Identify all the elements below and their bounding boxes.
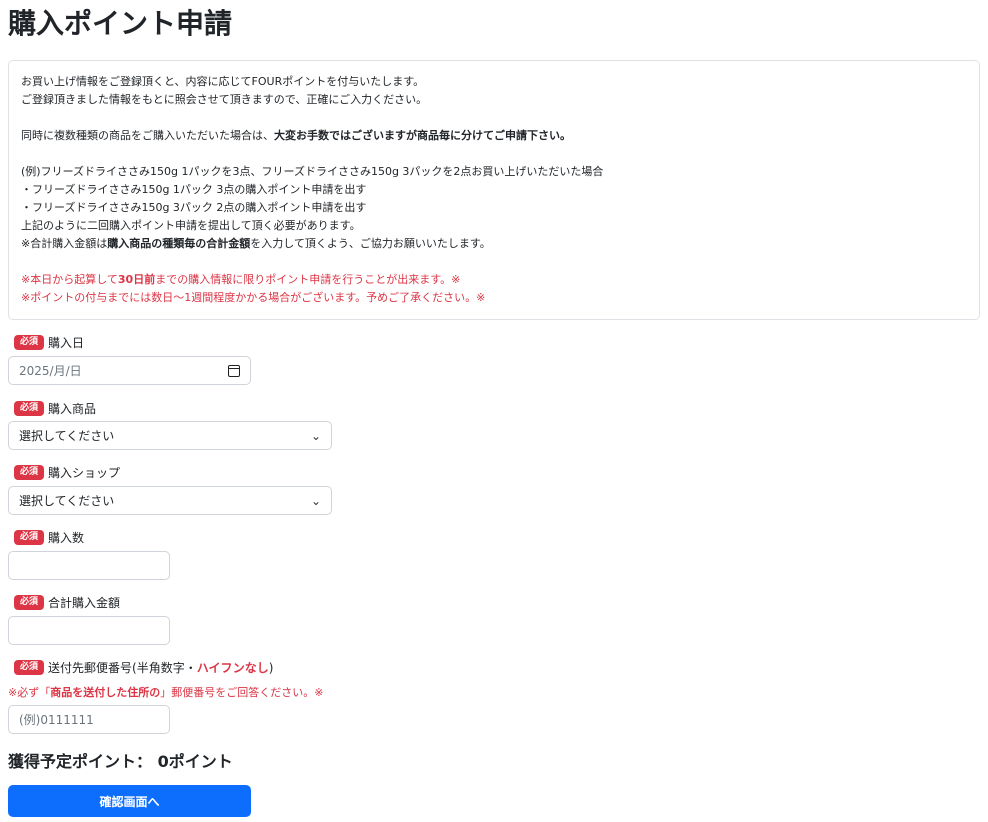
notice-box: お買い上げ情報をご登録頂くと、内容に応じてFOURポイントを付与いたします。 ご…	[8, 60, 980, 320]
postal-code-label: 必須 送付先郵便番号(半角数字・ ハイフンなし)	[14, 659, 273, 676]
product-label: 必須 購入商品	[14, 400, 96, 417]
shop-label: 必須 購入ショップ	[14, 464, 120, 481]
expected-points: 獲得予定ポイント： 0ポイント	[8, 748, 233, 772]
deadline-note: ※本日から起算して30日前までの購入情報に限りポイント申請を行うことが出来ます。…	[21, 273, 461, 286]
calendar-icon[interactable]	[228, 364, 240, 377]
purchase-date-label: 必須 購入日	[14, 334, 84, 351]
example-line: 上記のように二回購入ポイント申請を提出して頂く必要があります。	[21, 219, 361, 232]
confirm-button[interactable]: 確認画面へ	[8, 785, 251, 817]
page-title: 購入ポイント申請	[8, 7, 233, 40]
expected-points-label: 獲得予定ポイント：	[8, 752, 153, 771]
notice-line: ご登録頂きました情報をもとに照会させて頂きますので、正確にご入力ください。	[21, 93, 428, 106]
total-amount-note: ※合計購入金額は購入商品の種類毎の合計金額を入力して頂くよう、ご協力お願いいたし…	[21, 237, 491, 250]
total-amount-label: 必須 合計購入金額	[14, 594, 120, 611]
postal-code-note: ※必ず「商品を送付した住所の」郵便番号をご回答ください。※	[8, 686, 324, 699]
shop-select[interactable]: 選択してください ⌄	[8, 486, 332, 515]
chevron-down-icon: ⌄	[310, 493, 321, 508]
chevron-down-icon: ⌄	[310, 428, 321, 443]
required-badge: 必須	[14, 335, 45, 350]
postal-code-input[interactable]: (例)0111111	[8, 705, 170, 734]
expected-points-value: 0ポイント	[157, 752, 233, 771]
example-line: ・フリーズドライささみ150g 3パック 2点の購入ポイント申請を出す	[21, 201, 367, 214]
grant-timing-note: ※ポイントの付与までには数日～1週間程度かかる場合がございます。予めご了承くださ…	[21, 291, 486, 304]
required-badge: 必須	[14, 530, 45, 545]
quantity-label: 必須 購入数	[14, 529, 84, 546]
quantity-input[interactable]	[8, 551, 170, 580]
required-badge: 必須	[14, 465, 45, 480]
total-amount-input[interactable]	[8, 616, 170, 645]
example-line: (例)フリーズドライささみ150g 1パックを3点、フリーズドライささみ150g…	[21, 165, 604, 178]
required-badge: 必須	[14, 595, 45, 610]
purchase-date-input[interactable]: 2025/月/日	[8, 356, 251, 385]
required-badge: 必須	[14, 401, 45, 416]
required-badge: 必須	[14, 660, 45, 675]
notice-line: 同時に複数種類の商品をご購入いただいた場合は、大変お手数ではございますが商品毎に…	[21, 129, 571, 142]
notice-line: お買い上げ情報をご登録頂くと、内容に応じてFOURポイントを付与いたします。	[21, 75, 425, 88]
product-select[interactable]: 選択してください ⌄	[8, 421, 332, 450]
example-line: ・フリーズドライささみ150g 1パック 3点の購入ポイント申請を出す	[21, 183, 367, 196]
